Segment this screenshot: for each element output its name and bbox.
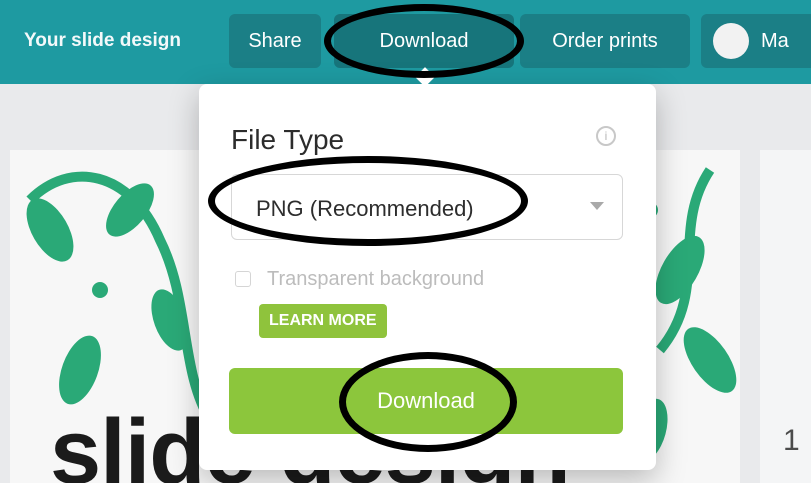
transparent-background-label: Transparent background	[267, 268, 485, 290]
download-button-label: Download	[379, 29, 469, 52]
top-bar: Your slide design Share Download Order p…	[0, 0, 811, 84]
chevron-down-icon	[590, 202, 604, 210]
page-number: 1	[783, 424, 800, 457]
order-prints-button-label: Order prints	[552, 29, 658, 52]
download-confirm-label: Download	[377, 388, 475, 413]
file-type-selected: PNG (Recommended)	[256, 196, 474, 221]
info-icon[interactable]: i	[596, 126, 616, 146]
transparent-background-checkbox[interactable]	[235, 271, 251, 287]
download-confirm-button[interactable]: Download	[229, 368, 623, 434]
learn-more-label: LEARN MORE	[269, 312, 377, 329]
file-type-label: File Type	[231, 124, 345, 155]
download-button[interactable]: Download	[334, 14, 514, 68]
document-title: Your slide design	[24, 30, 181, 51]
download-dropdown: File Type i PNG (Recommended) Transparen…	[199, 84, 656, 470]
app-root: Your slide design Share Download Order p…	[0, 0, 811, 483]
learn-more-button[interactable]: LEARN MORE	[259, 304, 387, 338]
avatar[interactable]	[713, 23, 749, 59]
account-button[interactable]: Ma	[701, 14, 811, 68]
file-type-select[interactable]: PNG (Recommended)	[231, 174, 623, 240]
share-button-label: Share	[248, 29, 302, 52]
account-name-partial: Ma	[761, 29, 789, 52]
order-prints-button[interactable]: Order prints	[520, 14, 690, 68]
share-button[interactable]: Share	[229, 14, 321, 68]
